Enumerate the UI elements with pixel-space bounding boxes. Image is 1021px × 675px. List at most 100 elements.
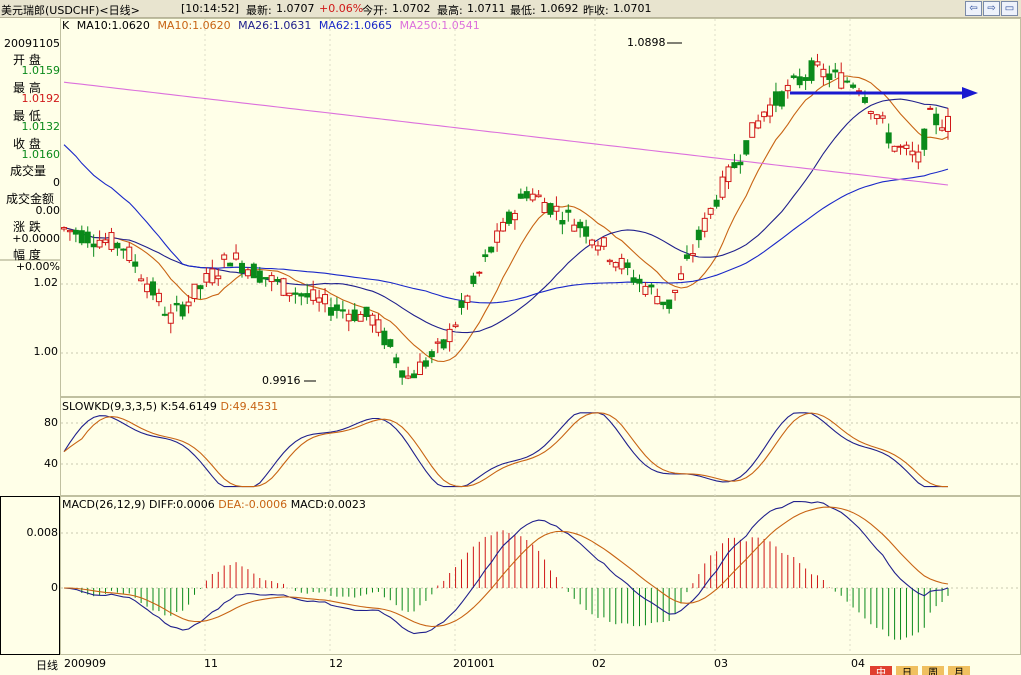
candle-body (654, 295, 661, 305)
candle-body (250, 263, 257, 279)
candle-body (547, 203, 554, 215)
date-label: 11 (204, 657, 218, 670)
candle-body (333, 304, 340, 311)
info-date: 20091105 (4, 37, 60, 50)
candle-body (826, 73, 833, 81)
candle-body (784, 84, 791, 92)
candle-body (327, 307, 334, 316)
candle-body (624, 262, 631, 269)
kd-tick-40: 40 (44, 457, 58, 470)
price-tick-2: 1.00 (33, 345, 59, 358)
candle-body (772, 91, 779, 106)
info-low-value: 1.0132 (21, 120, 61, 133)
candle-body (790, 75, 797, 78)
period-button[interactable]: 中 (870, 666, 892, 675)
candle-body (108, 232, 115, 250)
candle-body (399, 370, 406, 378)
candle-body (155, 292, 162, 303)
candle-body (191, 283, 198, 299)
candle-body (144, 283, 151, 293)
kd-indicator (63, 412, 948, 488)
macd-dea-line (63, 506, 949, 628)
candle-body (505, 211, 512, 224)
candle-body (689, 253, 696, 256)
ma250-line (63, 81, 949, 186)
candle-body (268, 275, 275, 283)
candle-body (832, 69, 839, 73)
info-volume-value: 0 (53, 176, 60, 189)
candle-body (262, 277, 269, 280)
macd-left-box (0, 496, 60, 655)
candle-body (725, 166, 732, 183)
candle-body (517, 193, 524, 199)
candle-body (945, 115, 951, 132)
candle-body (666, 299, 673, 309)
candle-body (553, 205, 560, 212)
candle-body (292, 292, 299, 295)
chart-canvas[interactable] (0, 0, 1021, 675)
kd-tick-80: 80 (44, 416, 58, 429)
candle-body (814, 61, 821, 66)
candle-body (909, 150, 916, 156)
candle-body (357, 313, 364, 322)
candle-body (173, 302, 180, 306)
candle-body (683, 254, 690, 259)
date-label: 12 (329, 657, 343, 670)
date-label: 03 (714, 657, 728, 670)
macd-diff-value: DIFF:0.0006 (149, 498, 215, 511)
candle-body (476, 271, 483, 274)
candle-body (233, 252, 240, 260)
trough-annotation: 0.9916 (262, 374, 301, 387)
candle-body (707, 207, 714, 215)
candle-body (802, 77, 809, 81)
candle-body (66, 229, 73, 233)
candle-body (84, 231, 91, 244)
period-button[interactable]: 月 (948, 666, 970, 675)
candle-body (452, 324, 459, 328)
candle-body (304, 293, 311, 298)
candle-body (221, 254, 228, 260)
candle-body (197, 285, 204, 290)
candle-body (594, 245, 601, 251)
candle-body (411, 373, 418, 379)
candle-body (939, 127, 946, 131)
candle-body (660, 301, 667, 306)
candle-body (577, 221, 584, 229)
candle-body (844, 80, 851, 83)
candle-body (850, 84, 857, 88)
candle-body (387, 339, 394, 347)
info-open-value: 1.0159 (21, 64, 61, 77)
period-button[interactable]: 日 (896, 666, 918, 675)
candle-body (672, 289, 679, 294)
period-button[interactable]: 周 (922, 666, 944, 675)
candle-body (559, 220, 566, 225)
candle-body (933, 113, 940, 126)
candle-body (167, 312, 174, 324)
candle-body (274, 279, 281, 282)
candle-body (381, 330, 388, 346)
candle-body (446, 328, 453, 343)
candlestick-series (61, 53, 951, 385)
candle-body (416, 361, 423, 376)
candle-body (482, 254, 489, 258)
candle-body (778, 91, 785, 107)
candle-body (120, 248, 127, 251)
info-amount-value: 0.00 (35, 204, 61, 217)
candle-body (90, 243, 97, 248)
resistance-arrow-head (962, 87, 978, 99)
candle-body (761, 111, 768, 118)
candle-body (897, 145, 904, 148)
candle-body (541, 202, 548, 214)
candle-body (179, 304, 186, 317)
candle-body (149, 281, 156, 296)
candle-body (731, 162, 738, 169)
candle-body (405, 375, 412, 379)
candle-body (743, 140, 750, 155)
candle-body (755, 120, 762, 129)
candle-body (345, 313, 352, 322)
candle-body (238, 262, 245, 274)
candle-body (695, 229, 702, 241)
candle-body (132, 261, 139, 267)
period-label: 日线 (36, 659, 58, 672)
candle-body (529, 193, 536, 201)
